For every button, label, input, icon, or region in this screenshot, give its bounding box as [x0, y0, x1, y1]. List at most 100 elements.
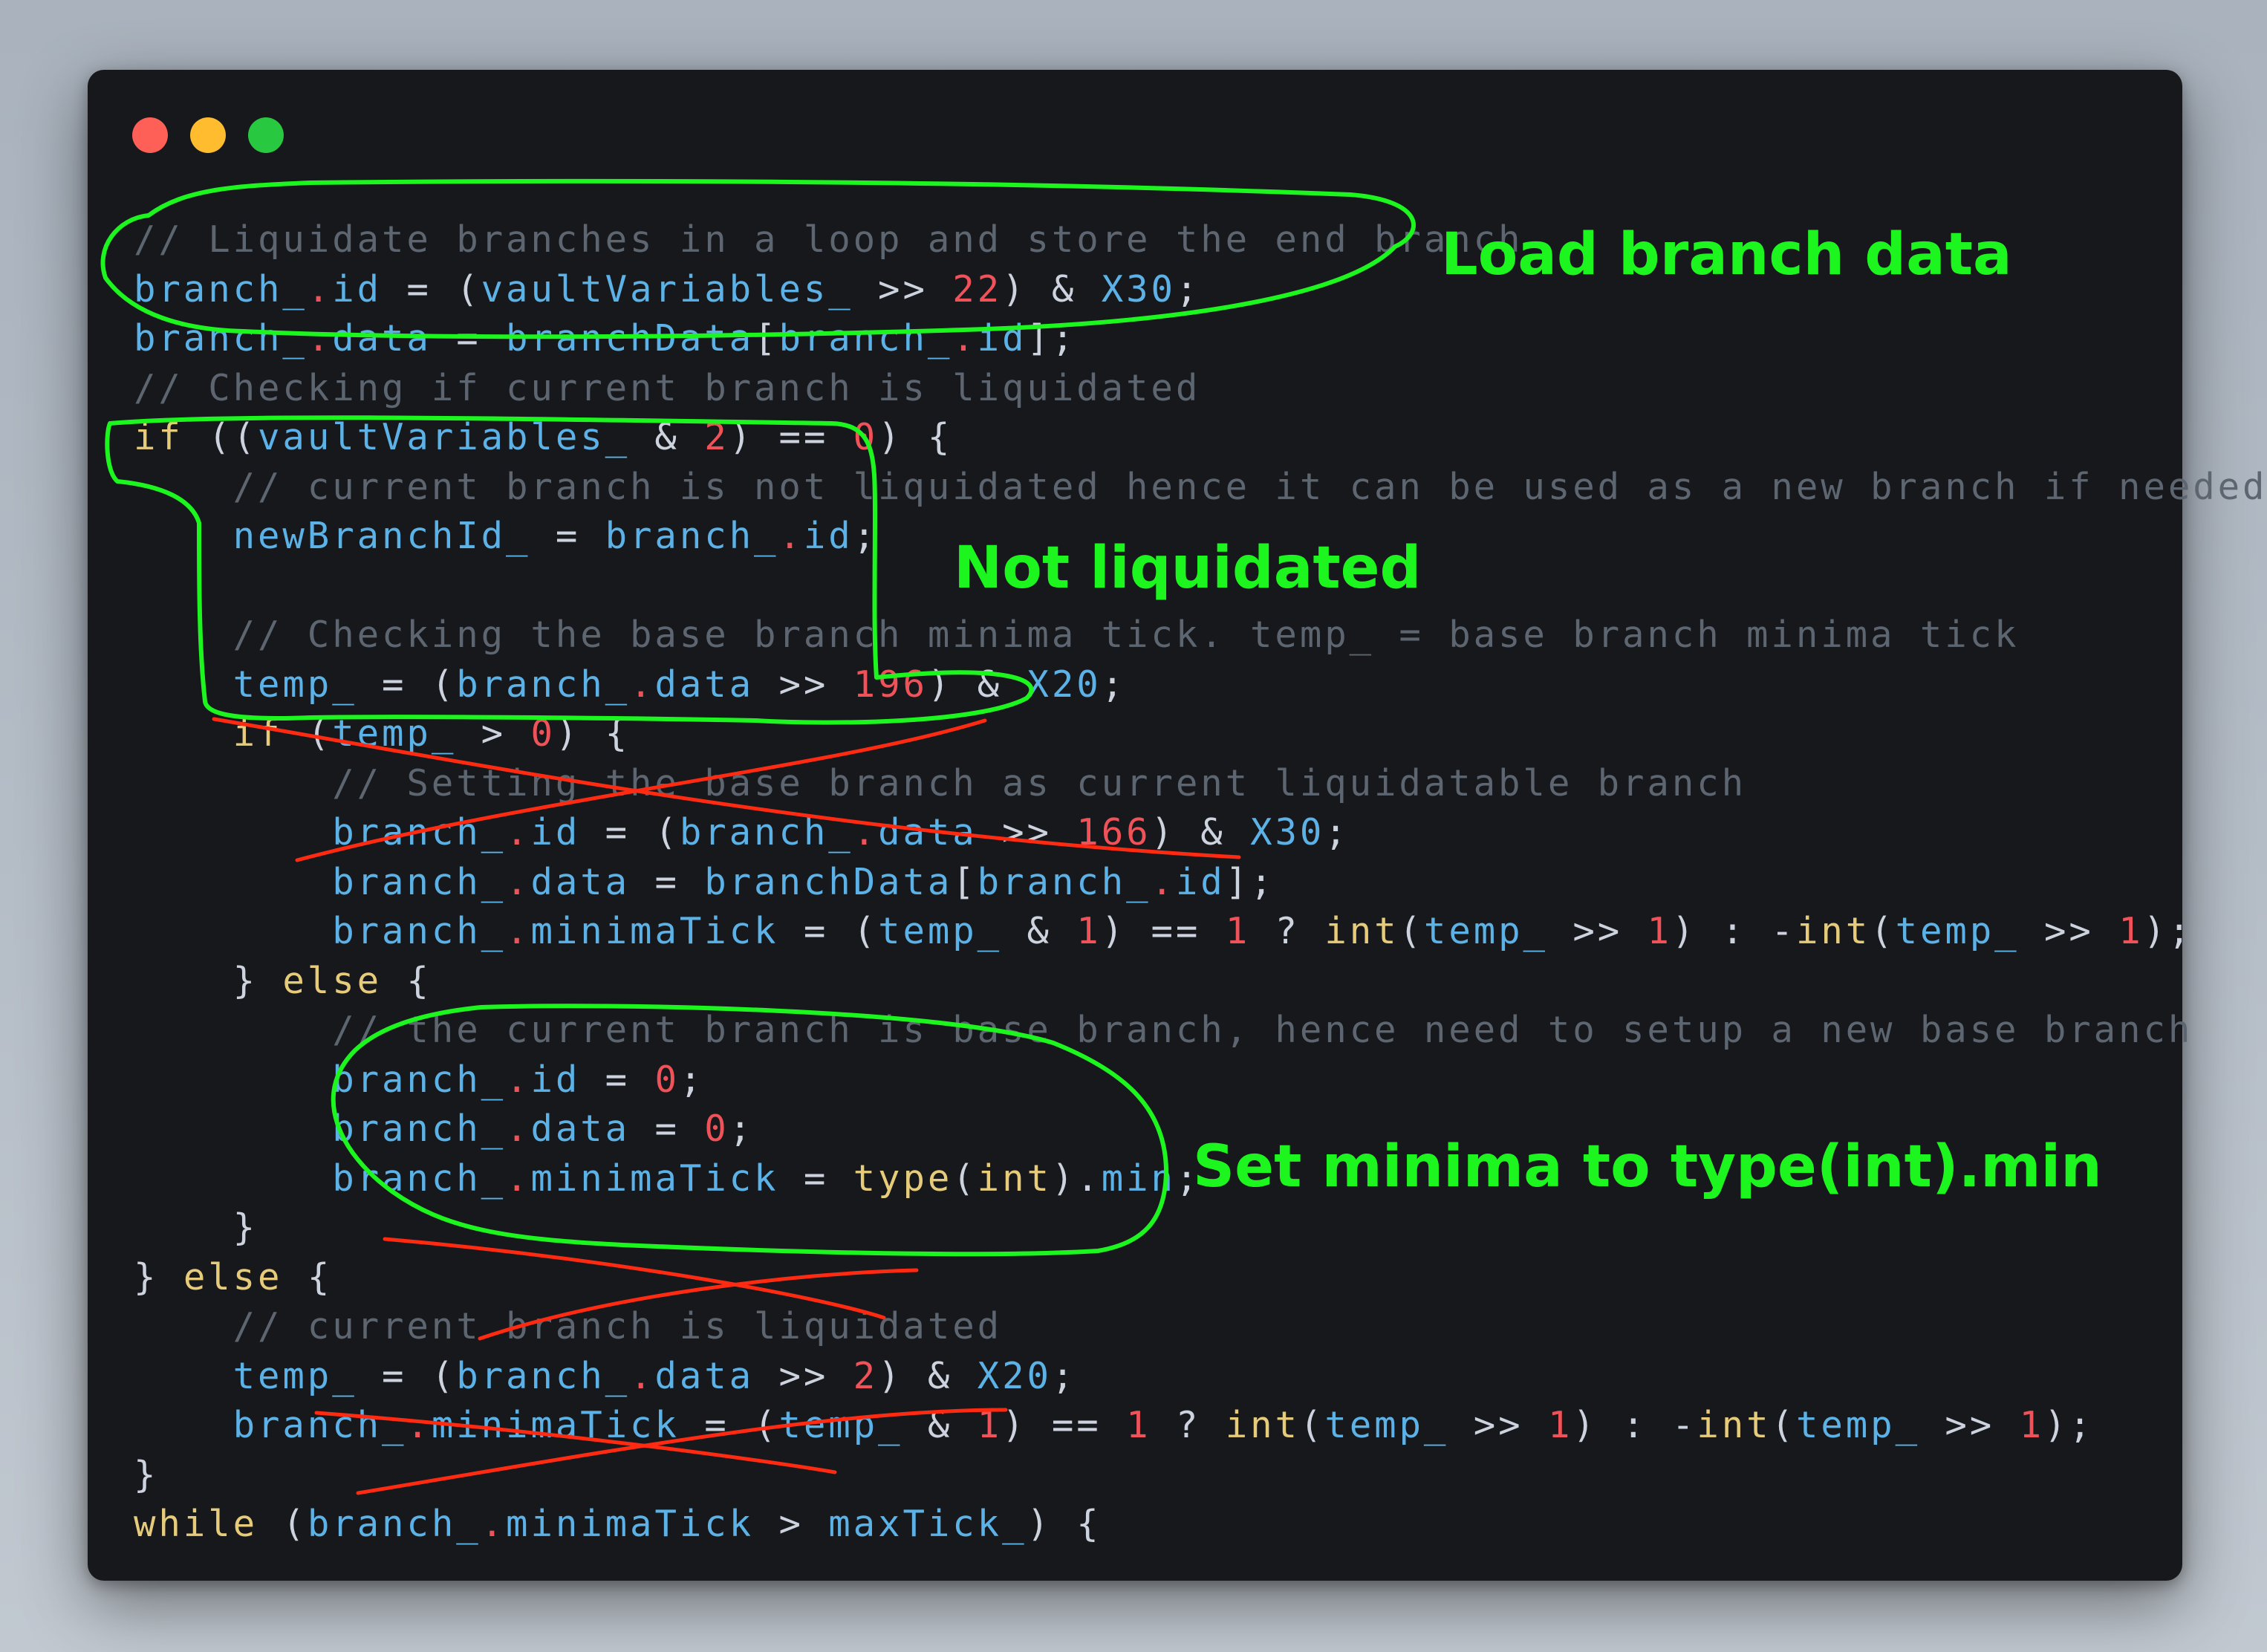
- code-token: ((: [183, 416, 258, 458]
- code-token: ) ==: [1002, 1404, 1127, 1446]
- code-line: }: [134, 1203, 2267, 1253]
- code-token: =: [778, 1157, 853, 1200]
- annotation-load-branch-data: Load branch data: [1441, 221, 2012, 288]
- code-token: branch_: [679, 811, 853, 853]
- code-token: (: [1399, 910, 1424, 952]
- code-token: min: [1101, 1157, 1176, 1200]
- code-token: &: [1002, 910, 1077, 952]
- code-token: maxTick_: [828, 1503, 1027, 1545]
- code-token: 0: [704, 1108, 729, 1150]
- code-token: // Checking the base branch minima tick.…: [134, 614, 2020, 656]
- code-token: >>: [977, 811, 1077, 853]
- code-token: >>: [754, 663, 853, 706]
- code-token: .: [952, 317, 978, 360]
- code-token: = (: [580, 811, 680, 853]
- code-token: .: [506, 1108, 531, 1150]
- code-token: (: [1771, 1404, 1796, 1446]
- code-line: branch_.data = branchData[branch_.id];: [134, 858, 2267, 908]
- code-token: ) &: [1002, 267, 1102, 310]
- code-token: temp_: [1895, 910, 2020, 952]
- code-token: ];: [1027, 317, 1077, 360]
- code-token: ) : -: [1671, 910, 1796, 952]
- code-token: ) &: [878, 1354, 978, 1397]
- code-token: X30: [1101, 267, 1176, 310]
- code-token: 0: [853, 416, 879, 458]
- code-token: 1: [2019, 1404, 2044, 1446]
- code-token: data: [878, 811, 978, 853]
- code-token: vaultVariables_: [481, 267, 853, 310]
- code-token: ;: [1324, 811, 1350, 853]
- code-token: temp_: [232, 663, 357, 706]
- code-token: .: [307, 317, 333, 360]
- code-token: ) ==: [729, 416, 853, 458]
- code-token: temp_: [1423, 910, 1548, 952]
- code-token: if: [232, 712, 283, 755]
- code-token: );: [2143, 910, 2193, 952]
- code-token: .: [630, 1354, 655, 1397]
- code-line: branch_.id = 0;: [134, 1056, 2267, 1105]
- code-token: branch_: [307, 1503, 481, 1545]
- code-token: &: [902, 1404, 978, 1446]
- code-token: ).: [1051, 1157, 1102, 1200]
- maximize-window-dot-icon[interactable]: [248, 117, 284, 153]
- code-token: 1: [1126, 1404, 1151, 1446]
- code-token: // Setting the base branch as current li…: [134, 761, 1747, 804]
- code-line: }: [134, 1451, 2267, 1500]
- code-token: >: [456, 712, 531, 755]
- minimize-window-dot-icon[interactable]: [190, 117, 226, 153]
- code-token: type: [853, 1157, 953, 1200]
- code-token: int: [977, 1157, 1052, 1200]
- code-token: // current branch is liquidated: [134, 1305, 1003, 1347]
- code-token: else: [282, 959, 383, 1002]
- code-token: branch_: [134, 317, 308, 360]
- code-token: .: [506, 910, 531, 952]
- code-token: .: [506, 1058, 531, 1101]
- code-token: 1: [1225, 910, 1251, 952]
- code-token: .: [506, 860, 531, 903]
- code-token: 196: [853, 663, 928, 706]
- code-token: .: [1151, 860, 1176, 903]
- code-token: >: [754, 1503, 829, 1545]
- code-token: newBranchId_: [232, 515, 531, 557]
- code-token: branch_: [332, 1108, 507, 1150]
- code-token: branch_: [134, 267, 308, 310]
- code-token: id: [977, 317, 1027, 360]
- code-line: branch_.minimaTick = (temp_ & 1) == 1 ? …: [134, 907, 2267, 957]
- code-token: 1: [1547, 1404, 1573, 1446]
- code-token: ) : -: [1572, 1404, 1697, 1446]
- code-token: branch_: [605, 515, 779, 557]
- code-token: =: [431, 317, 507, 360]
- code-token: }: [134, 1255, 183, 1298]
- code-token: id: [1175, 860, 1226, 903]
- code-token: .: [630, 663, 655, 706]
- code-token: &: [630, 416, 705, 458]
- code-token: branch_: [332, 1157, 507, 1200]
- code-token: ) {: [1027, 1503, 1102, 1545]
- code-line: if ((vaultVariables_ & 2) == 0) {: [134, 413, 2267, 463]
- code-token: >>: [754, 1354, 853, 1397]
- code-line: branch_.data = branchData[branch_.id];: [134, 314, 2267, 364]
- code-token: (: [952, 1157, 978, 1200]
- code-token: ) ==: [1101, 910, 1226, 952]
- code-token: id: [530, 811, 581, 853]
- code-token: data: [530, 1108, 631, 1150]
- code-token: X20: [977, 1354, 1052, 1397]
- code-token: 22: [952, 267, 1003, 310]
- close-window-dot-icon[interactable]: [132, 117, 168, 153]
- code-token: = (: [357, 1354, 457, 1397]
- code-token: 1: [2118, 910, 2144, 952]
- code-token: >>: [1448, 1404, 1548, 1446]
- code-token: ;: [1051, 1354, 1077, 1397]
- code-token: ?: [1151, 1404, 1226, 1446]
- code-line: branch_.minimaTick = (temp_ & 1) == 1 ? …: [134, 1401, 2267, 1451]
- code-token: ;: [679, 1058, 705, 1101]
- code-token: = (: [357, 663, 457, 706]
- code-token: int: [1324, 910, 1399, 952]
- code-line: } else {: [134, 957, 2267, 1007]
